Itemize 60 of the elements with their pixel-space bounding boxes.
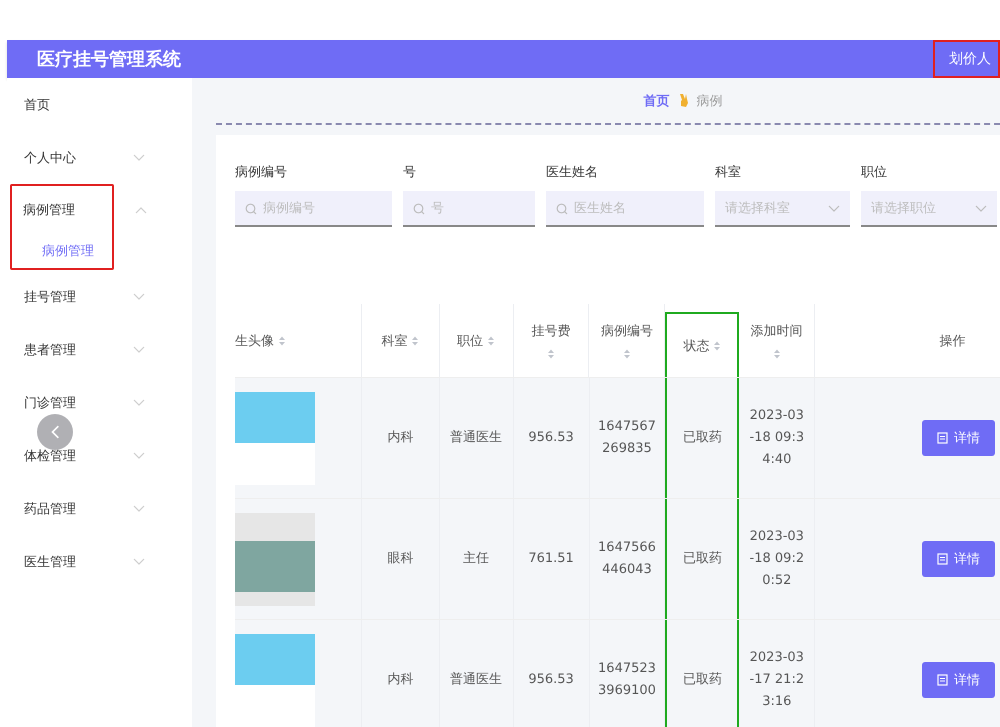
chevron-left-icon [50, 424, 60, 440]
submenu-item[interactable]: 病例管理 [12, 234, 112, 268]
search-field[interactable]: 医生姓名 [546, 191, 704, 227]
column-header: 操作 [938, 332, 967, 350]
table-cell: 普通医生 [440, 620, 514, 727]
field-label: 科室 [715, 164, 742, 181]
detail-button[interactable]: 详情 [922, 541, 995, 577]
menu-item[interactable]: 医生管理 [10, 535, 165, 588]
table-cell: 内科 [362, 378, 440, 498]
table-cell: 已取药 [665, 620, 740, 727]
collapse-button[interactable] [37, 414, 73, 450]
column-header[interactable]: 病例编号 [589, 304, 666, 377]
table-cell: 内科 [362, 620, 440, 727]
select-field[interactable]: 请选择科室 [715, 191, 850, 227]
detail-button[interactable]: 详情 [922, 420, 995, 456]
document-icon [937, 432, 948, 444]
select-field[interactable]: 请选择职位 [861, 191, 997, 227]
menu-item[interactable]: 门诊管理 [10, 376, 165, 429]
table-cell: 普通医生 [440, 378, 514, 498]
hand-icon [678, 93, 688, 108]
table-cell: 16475233969100 [590, 620, 666, 727]
table-cell: 眼科 [362, 499, 440, 619]
table-cell: 1647566446043 [590, 499, 666, 619]
column-header[interactable]: 职位 [440, 304, 514, 377]
chevron-icon [828, 205, 840, 213]
document-icon [937, 553, 948, 565]
table-cell: 956.53 [514, 378, 590, 498]
chevron-icon [975, 205, 987, 213]
table-cell: 2023-03-18 09:34:40 [739, 378, 816, 498]
field-label: 号 [403, 164, 417, 181]
search-icon [413, 203, 425, 215]
field-label: 职位 [861, 164, 888, 181]
column-header[interactable]: 科室 [362, 304, 440, 377]
column-header[interactable]: 生头像 [235, 304, 362, 377]
table-cell: 2023-03-17 21:23:16 [739, 620, 816, 727]
app-title: 医疗挂号管理系统 [37, 48, 181, 71]
menu-item[interactable]: 体检管理 [10, 429, 165, 482]
menu-item[interactable]: 患者管理 [10, 323, 165, 376]
user-role-button[interactable]: 划价人 [933, 40, 1000, 78]
menu-item[interactable]: 药品管理 [10, 482, 165, 535]
field-label: 医生姓名 [546, 164, 599, 181]
menu-item[interactable]: 挂号管理 [10, 270, 165, 323]
breadcrumb-link[interactable]: 首页 [644, 92, 670, 110]
table-cell: 1647567269835 [590, 378, 666, 498]
search-field[interactable]: 病例编号 [235, 191, 392, 227]
table-cell: 2023-03-18 09:20:52 [739, 499, 816, 619]
document-icon [937, 674, 948, 686]
menu-item[interactable]: 个人中心 [10, 131, 165, 184]
field-label: 病例编号 [235, 164, 288, 181]
search-field[interactable]: 号 [403, 191, 535, 227]
table-cell: 956.53 [514, 620, 590, 727]
table-cell: 主任 [440, 499, 514, 619]
search-icon [556, 203, 568, 215]
detail-button[interactable]: 详情 [922, 662, 995, 698]
menu-item[interactable]: 病例管理 [12, 186, 167, 234]
search-icon [245, 203, 257, 215]
table-cell: 761.51 [514, 499, 590, 619]
menu-item[interactable]: 首页 [10, 78, 165, 131]
column-header[interactable]: 添加时间 [739, 304, 816, 377]
column-header[interactable]: 挂号费 [514, 304, 590, 377]
